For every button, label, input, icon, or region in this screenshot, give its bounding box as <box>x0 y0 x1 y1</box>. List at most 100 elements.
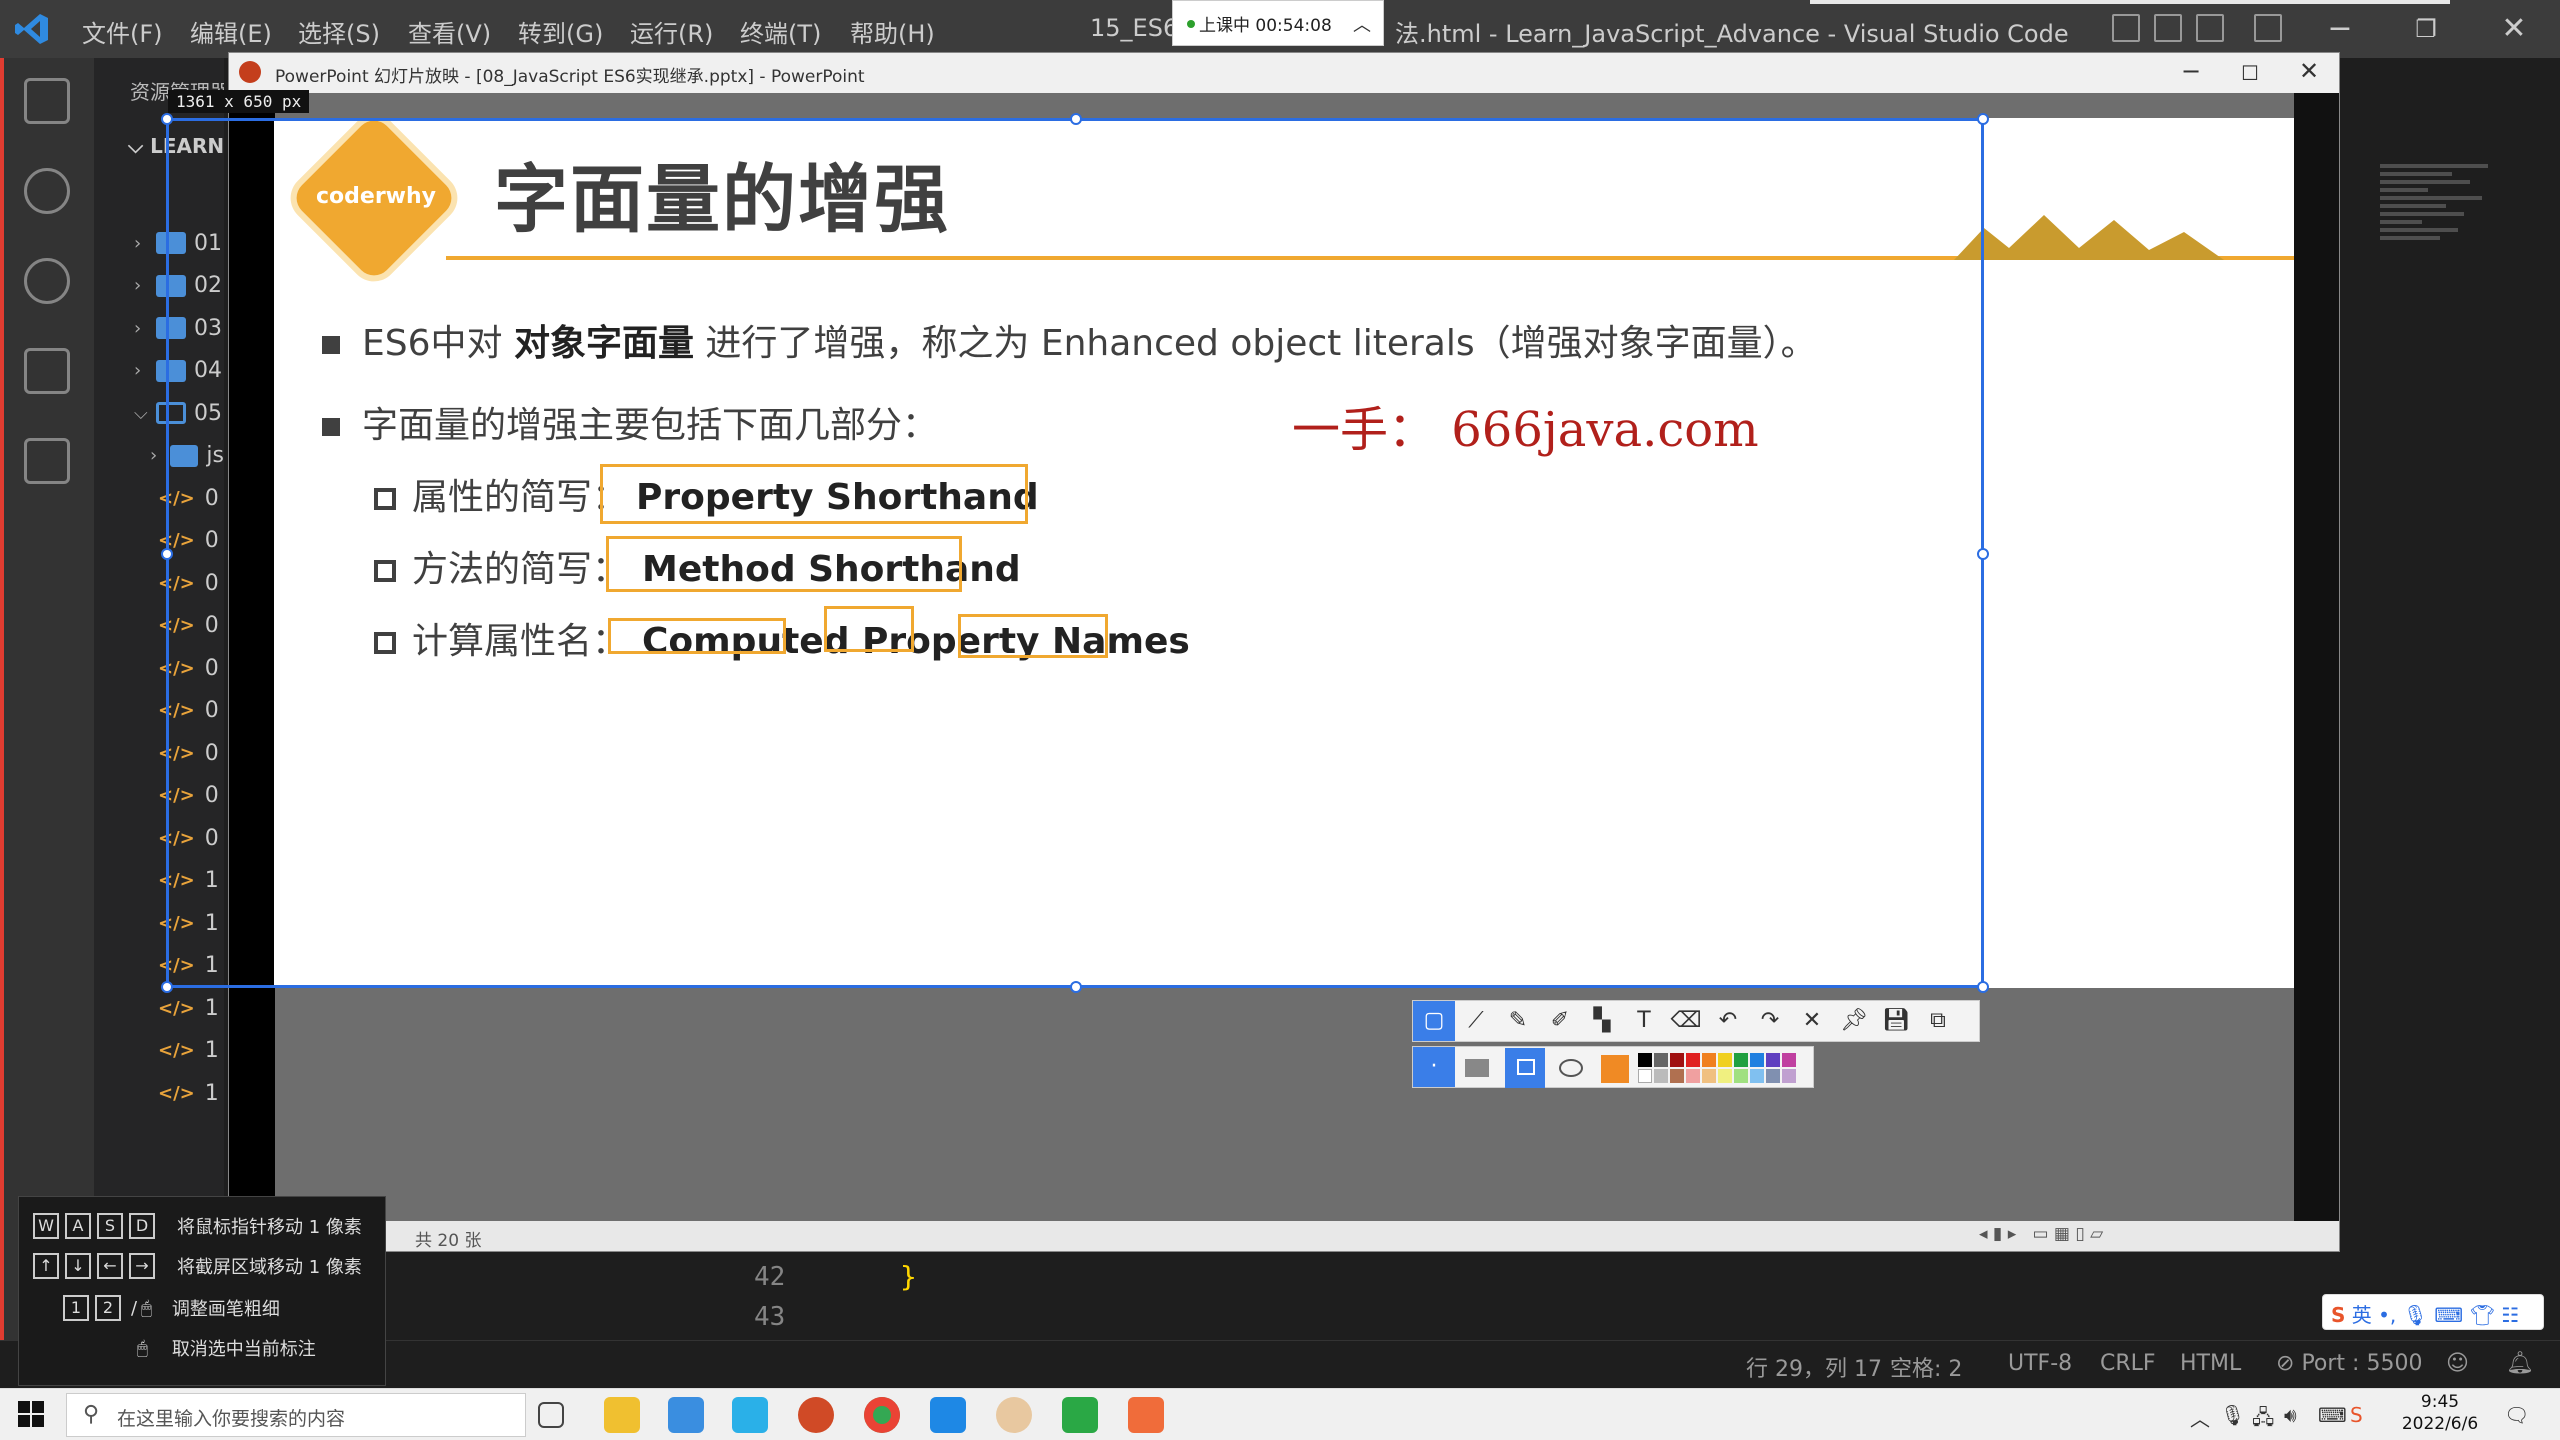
menu-selection[interactable]: 选择(S) <box>298 14 380 49</box>
menu-run[interactable]: 运行(R) <box>630 14 713 49</box>
resize-handle[interactable] <box>161 981 173 993</box>
explorer-item-label: 1 <box>204 1038 219 1063</box>
rectangle-tool-icon[interactable]: ▢ <box>1413 1001 1455 1041</box>
network-icon[interactable]: 🖧 <box>2252 1403 2274 1437</box>
status-encoding[interactable]: UTF-8 <box>2008 1351 2072 1376</box>
input-method-icon[interactable]: ⌨ <box>2318 1403 2347 1427</box>
search-icon[interactable] <box>24 168 70 214</box>
file-explorer-icon[interactable] <box>604 1397 640 1433</box>
minimap[interactable] <box>2380 160 2500 340</box>
status-language[interactable]: HTML <box>2180 1351 2241 1376</box>
taskbar-search-box[interactable]: ⚲ 在这里输入你要搜索的内容 <box>66 1393 526 1437</box>
eraser-tool-icon[interactable]: ⌫ <box>1665 1001 1707 1041</box>
pin-icon[interactable]: 📌︎ <box>1833 1001 1875 1041</box>
menu-view[interactable]: 查看(V) <box>408 14 491 49</box>
resize-handle[interactable] <box>161 113 173 125</box>
windows-taskbar: ⚲ 在这里输入你要搜索的内容 ︿ 🎙︎ 🖧 🔊︎ ⌨ S 9:45 2022/6/6… <box>0 1388 2560 1440</box>
action-center-icon[interactable]: 🗨︎ <box>2504 1403 2529 1427</box>
task-view-icon[interactable] <box>538 1402 564 1428</box>
close-icon[interactable]: ✕ <box>2494 10 2534 48</box>
key-help-text: 调整画笔粗细 <box>171 1299 280 1320</box>
chrome-icon[interactable] <box>864 1397 900 1433</box>
pen-tool-icon[interactable]: ✎ <box>1497 1001 1539 1041</box>
current-color-swatch[interactable] <box>1601 1055 1629 1083</box>
resize-handle[interactable] <box>1977 113 1989 125</box>
ppt-maximize-icon[interactable]: ☐ <box>2241 61 2259 85</box>
chevron-up-icon[interactable]: ︿ <box>1353 11 1371 37</box>
chevron-right-icon[interactable]: › <box>134 275 156 296</box>
camtasia-icon[interactable] <box>1062 1397 1098 1433</box>
extensions-icon[interactable] <box>24 438 70 484</box>
restore-icon[interactable]: ❐ <box>2406 10 2446 48</box>
status-position[interactable]: 行 29，列 17 <box>1746 1351 1882 1383</box>
fill-rect-icon[interactable] <box>1465 1059 1489 1077</box>
app-icon[interactable] <box>732 1397 768 1433</box>
resize-handle[interactable] <box>1977 548 1989 560</box>
powerpoint-taskbar-icon[interactable] <box>798 1397 834 1433</box>
sogou-icon[interactable]: S <box>2350 1403 2363 1427</box>
explorer-icon[interactable] <box>24 78 70 124</box>
vscode-taskbar-icon[interactable] <box>930 1397 966 1433</box>
resize-handle[interactable] <box>1070 981 1082 993</box>
menu-edit[interactable]: 编辑(E) <box>190 14 272 49</box>
explorer-file-item[interactable]: </> 1 <box>134 1030 224 1072</box>
redo-icon[interactable]: ↷ <box>1749 1001 1791 1041</box>
cancel-icon[interactable]: ✕ <box>1791 1001 1833 1041</box>
code-brace: } <box>900 1260 917 1293</box>
undo-icon[interactable]: ↶ <box>1707 1001 1749 1041</box>
windows-start-icon[interactable] <box>18 1401 44 1427</box>
toggle-sidebar-icon[interactable] <box>2112 14 2140 42</box>
status-live-server[interactable]: ⊘ Port : 5500 <box>2276 1351 2422 1376</box>
app-icon[interactable] <box>668 1397 704 1433</box>
chevron-right-icon[interactable]: › <box>134 360 156 381</box>
minimize-icon[interactable]: − <box>2320 10 2360 48</box>
resize-handle[interactable] <box>1977 981 1989 993</box>
source-control-icon[interactable] <box>24 258 70 304</box>
feedback-icon[interactable]: ☺ <box>2446 1351 2469 1376</box>
toggle-panel-icon[interactable] <box>2154 14 2182 42</box>
volume-icon[interactable]: 🔊︎ <box>2284 1403 2297 1427</box>
annotation-toolbar: ▢ ⟋ ✎ ✐ ▚ T ⌫ ↶ ↷ ✕ 📌︎ 💾︎ ⧉ <box>1412 1000 1980 1042</box>
menu-help[interactable]: 帮助(H) <box>850 14 935 49</box>
chevron-down-icon[interactable]: ⌵ <box>134 403 156 424</box>
status-eol[interactable]: CRLF <box>2100 1351 2156 1376</box>
status-port-label: Port : 5500 <box>2301 1351 2423 1376</box>
ellipse-shape-icon[interactable] <box>1559 1059 1583 1077</box>
resize-handle[interactable] <box>1070 113 1082 125</box>
save-icon[interactable]: 💾︎ <box>1875 1001 1917 1041</box>
run-debug-icon[interactable] <box>24 348 70 394</box>
ppt-close-icon[interactable]: ✕ <box>2299 57 2319 85</box>
customize-layout-icon[interactable] <box>2254 14 2282 42</box>
recorder-icon[interactable] <box>1128 1397 1164 1433</box>
clock-time: 9:45 <box>2420 1392 2460 1412</box>
copy-icon[interactable]: ⧉ <box>1917 1001 1959 1041</box>
explorer-file-item[interactable]: </> 1 <box>134 1072 224 1114</box>
mosaic-tool-icon[interactable]: ▚ <box>1581 1001 1623 1041</box>
status-indentation[interactable]: 空格: 2 <box>1890 1351 1962 1383</box>
text-tool-icon[interactable]: T <box>1623 1001 1665 1041</box>
chevron-right-icon[interactable]: › <box>134 318 156 339</box>
screenshot-selection[interactable] <box>161 113 1989 993</box>
search-icon: ⚲ <box>83 1402 100 1427</box>
microphone-icon[interactable]: 🎙︎ <box>2220 1403 2245 1427</box>
avatar-app-icon[interactable] <box>996 1397 1032 1433</box>
explorer-file-item[interactable]: </> 1 <box>134 987 224 1029</box>
powerpoint-icon <box>239 61 261 83</box>
ime-toolbar[interactable]: S 英 •, 🎙︎ ⌨ 👕︎ ☷ <box>2322 1294 2544 1330</box>
class-timer[interactable]: 上课中 00:54:08 ︿ <box>1172 0 1384 46</box>
toggle-secondary-sidebar-icon[interactable] <box>2196 14 2224 42</box>
explorer-item-label: 1 <box>204 995 219 1021</box>
taskbar-clock[interactable]: 9:45 2022/6/6 <box>2380 1391 2500 1435</box>
menu-go[interactable]: 转到(G) <box>518 14 603 49</box>
slideshow-controls-icon[interactable]: ◂ ▮ ▸ ▭ ▦ ▯ ▱ <box>1979 1224 2103 1244</box>
ppt-minimize-icon[interactable]: − <box>2181 57 2201 85</box>
menu-terminal[interactable]: 终端(T) <box>740 14 821 49</box>
chevron-right-icon[interactable]: › <box>134 233 156 254</box>
menu-file[interactable]: 文件(F) <box>82 14 163 49</box>
resize-handle[interactable] <box>161 548 173 560</box>
notifications-icon[interactable]: 🔔︎ <box>2506 1351 2534 1376</box>
tray-expand-icon[interactable]: ︿ <box>2190 1403 2210 1432</box>
stroke-size-icon[interactable]: · <box>1413 1047 1455 1087</box>
highlighter-tool-icon[interactable]: ✐ <box>1539 1001 1581 1041</box>
line-tool-icon[interactable]: ⟋ <box>1455 1001 1497 1041</box>
